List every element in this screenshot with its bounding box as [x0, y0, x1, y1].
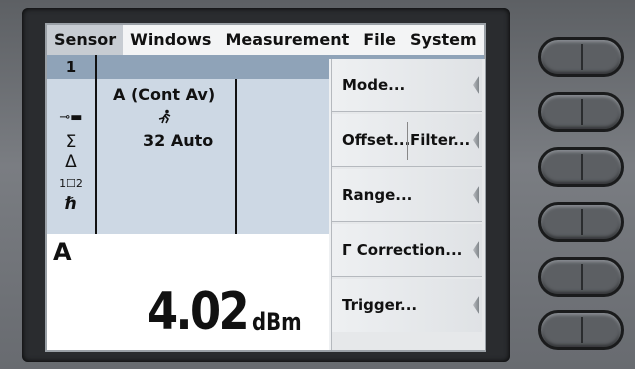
delta-icon: Δ: [65, 152, 77, 172]
window-1-2-icon: 1☐2: [59, 177, 83, 190]
display-channel-letter: A: [53, 238, 72, 266]
display-screen: Sensor Windows Measurement File System 1…: [45, 23, 486, 352]
softkey-range[interactable]: Range...: [332, 169, 482, 222]
softkey-arrow-icon: [473, 241, 479, 259]
sigma-icon: Σ: [65, 132, 77, 152]
menu-windows[interactable]: Windows: [123, 25, 218, 55]
menu-bar: Sensor Windows Measurement File System: [47, 25, 484, 55]
menu-sensor[interactable]: Sensor: [47, 25, 124, 55]
channel-number: 1: [47, 55, 97, 79]
power-unit: dBm: [252, 308, 302, 336]
softkey-trigger[interactable]: Trigger...: [332, 279, 482, 332]
softkey-panel: Mode... Offset... Filter... Range... Γ C…: [331, 59, 485, 350]
softkey-range-label: Range...: [342, 186, 413, 204]
hardware-softkey-6[interactable]: [538, 310, 624, 350]
trigger-hold-icon: ℏ: [64, 194, 78, 214]
softkey-arrow-icon: [473, 296, 479, 314]
menu-file[interactable]: File: [356, 25, 403, 55]
softkey-filter-label: Filter...: [410, 131, 471, 149]
softkey-mode[interactable]: Mode...: [332, 59, 482, 112]
power-reading: 4.02: [147, 282, 250, 342]
hardware-softkey-1[interactable]: [538, 37, 624, 77]
softkey-offset-label: Offset...: [342, 131, 411, 149]
softkey-arrow-icon: [473, 131, 479, 149]
channel-bar: 1: [47, 55, 329, 79]
hardware-softkey-4[interactable]: [538, 202, 624, 242]
menu-measurement[interactable]: Measurement: [218, 25, 356, 55]
averaging-label: 32 Auto: [143, 131, 214, 150]
menu-system[interactable]: System: [403, 25, 484, 55]
softkey-divider: [407, 122, 408, 160]
measurement-setup-area: ⊸▬ Σ Δ 1☐2 ℏ A (Cont Av) 32 Auto: [47, 79, 329, 234]
sensor-info-column: A (Cont Av) 32 Auto: [97, 79, 237, 234]
measurement-display: A 4.02 dBm: [47, 234, 329, 350]
softkey-arrow-icon: [473, 186, 479, 204]
sensor-connector-icon: ⊸▬: [59, 110, 83, 125]
status-icons-column: ⊸▬ Σ Δ 1☐2 ℏ: [47, 79, 97, 234]
softkey-arrow-icon: [473, 76, 479, 94]
softkey-trigger-label: Trigger...: [342, 296, 418, 314]
hardware-softkey-3[interactable]: [538, 147, 624, 187]
softkey-gamma-correction-label: Γ Correction...: [342, 241, 463, 259]
softkey-gamma-correction[interactable]: Γ Correction...: [332, 224, 482, 277]
hardware-softkey-5[interactable]: [538, 257, 624, 297]
running-icon: [157, 109, 173, 129]
sensor-mode-label: A (Cont Av): [113, 85, 216, 104]
softkey-mode-label: Mode...: [342, 76, 406, 94]
softkey-offset-filter[interactable]: Offset... Filter...: [332, 114, 482, 167]
hardware-softkey-2[interactable]: [538, 92, 624, 132]
